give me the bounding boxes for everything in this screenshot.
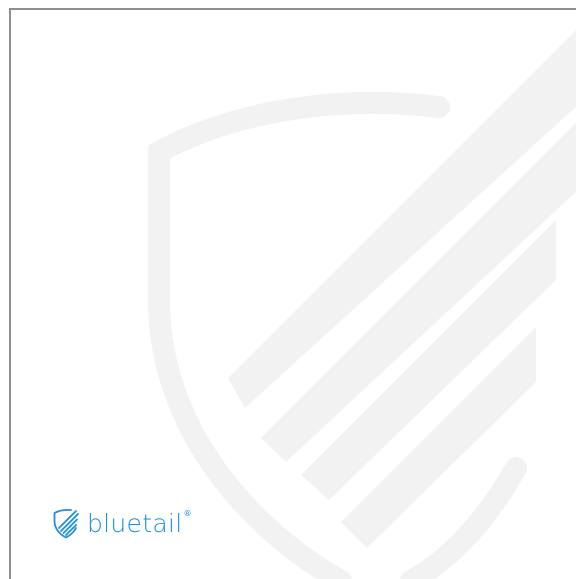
shield-watermark-icon [148, 30, 576, 579]
shield-stripes-icon [53, 508, 79, 539]
registered-mark: ® [183, 508, 192, 518]
logo-wordmark: bluetail [87, 508, 183, 538]
page-frame: bluetail ® [9, 8, 576, 579]
bluetail-logo: bluetail ® [51, 506, 191, 540]
